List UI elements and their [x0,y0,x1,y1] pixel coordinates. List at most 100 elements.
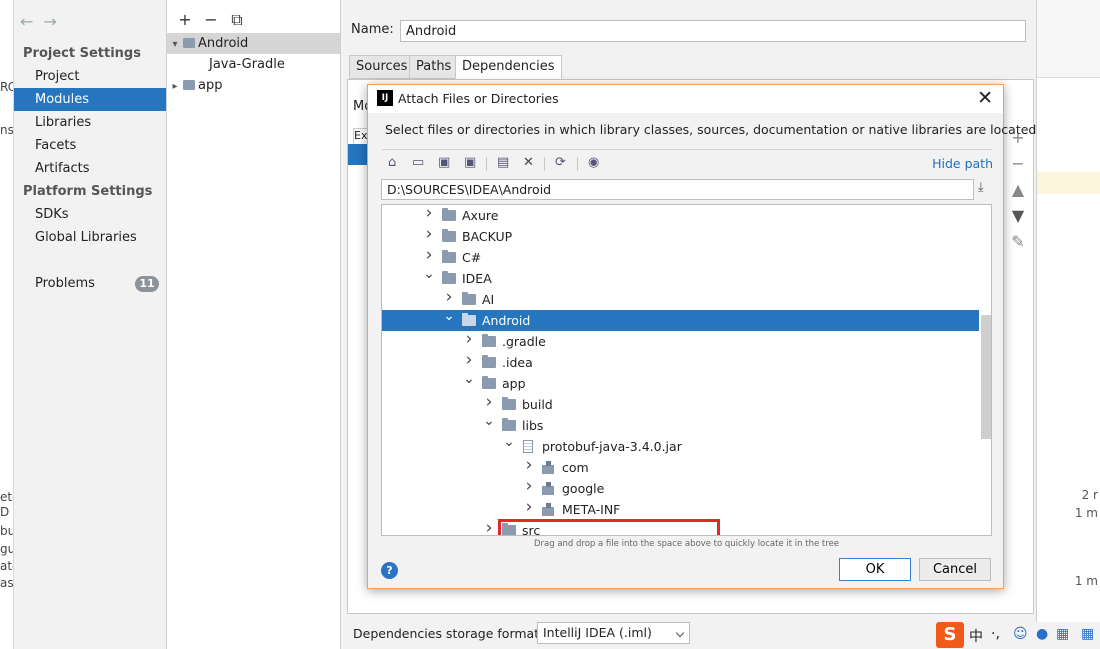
sidebar-item-global-libraries[interactable]: Global Libraries [14,226,166,249]
remove-dependency-icon[interactable]: − [1008,154,1028,180]
chevron-right-icon[interactable]: ▸ [167,76,183,97]
close-icon[interactable]: ✕ [977,87,993,109]
microphone-icon[interactable]: ● [1036,626,1048,642]
show-hidden-icon[interactable]: ◉ [588,155,599,170]
background-text-fragment: 1 m [1074,574,1098,588]
storage-format-select[interactable]: IntelliJ IDEA (.iml) [537,622,690,644]
delete-icon[interactable]: ✕ [523,155,534,170]
ok-button[interactable]: OK [839,558,911,581]
module-tree-item-java-gradle[interactable]: Java-Gradle [167,54,340,75]
sidebar-item-sdks[interactable]: SDKs [14,203,166,226]
chevron-right-icon[interactable]: › [522,476,536,497]
tree-row-google[interactable]: › google [382,476,979,499]
folder-icon [502,418,516,431]
tree-row-libs[interactable]: ⌄ libs [382,413,979,436]
chevron-down-icon[interactable]: ▾ [167,34,183,55]
background-text-fragment: nso [0,123,14,137]
back-arrow-icon[interactable]: ← [20,12,43,31]
background-right-window: 2 r 1 m 1 m [1036,0,1100,649]
tree-row-backup[interactable]: › BACKUP [382,224,979,247]
tree-row-gradle[interactable]: › .gradle [382,329,979,352]
chevron-down-icon[interactable]: ⌄ [502,432,516,453]
tree-scrollbar-thumb[interactable] [981,315,991,439]
emoji-icon[interactable]: ☺ [1013,626,1028,642]
tree-row-com[interactable]: › com [382,455,979,478]
tab-sources[interactable]: Sources [349,55,415,79]
ime-mode-toggle[interactable]: 中 [969,626,983,646]
chevron-down-icon[interactable]: ⌄ [422,264,436,285]
desktop-icon[interactable]: ▭ [412,155,424,170]
module-tree-item-android[interactable]: ▾ Android [167,33,340,54]
tree-row-axure[interactable]: › Axure [382,205,979,226]
tree-row-build[interactable]: › build [382,392,979,415]
chevron-right-icon[interactable]: › [462,329,476,350]
path-input[interactable]: D:\SOURCES\IDEA\Android [381,179,974,200]
refresh-icon[interactable]: ⟳ [555,155,566,170]
folder-icon [482,376,496,389]
sidebar-item-modules[interactable]: Modules [14,88,166,111]
new-folder-icon[interactable]: ▤ [497,155,509,170]
module-folder-icon[interactable]: ▣ [464,155,476,170]
tree-row-label: build [522,397,553,412]
chevron-right-icon[interactable]: › [442,287,456,308]
project-folder-icon[interactable]: ▣ [438,155,450,170]
package-icon [542,461,555,474]
add-module-icon[interactable]: + [172,10,198,29]
home-icon[interactable]: ⌂ [388,155,396,170]
chevron-right-icon[interactable]: › [522,455,536,476]
remove-module-icon[interactable]: − [198,10,224,29]
tree-row-label: google [562,481,605,496]
move-down-icon[interactable]: ▼ [1008,206,1028,232]
tree-row-idea[interactable]: ⌄ IDEA [382,266,979,289]
grid-icon[interactable]: ▦ [1081,626,1094,642]
sidebar-item-artifacts[interactable]: Artifacts [14,157,166,180]
chevron-down-icon[interactable]: ⌄ [442,306,456,327]
jar-file-icon [523,440,533,453]
chevron-down-icon[interactable]: ⌄ [482,411,496,432]
chevron-down-icon[interactable]: ⌄ [462,369,476,390]
tree-row-protobuf-java-3-4-0-jar[interactable]: ⌄ protobuf-java-3.4.0.jar [382,434,979,457]
tree-row-src[interactable]: › src [382,518,979,535]
keyboard-icon[interactable]: ▦ [1056,626,1069,642]
move-up-icon[interactable]: ▲ [1008,180,1028,206]
sidebar-item-facets[interactable]: Facets [14,134,166,157]
ime-logo-icon[interactable]: S [936,622,964,648]
sidebar-item-libraries[interactable]: Libraries [14,111,166,134]
tab-dependencies[interactable]: Dependencies [455,55,562,79]
copy-module-icon[interactable]: ⧉ [224,10,250,30]
chevron-right-icon[interactable]: › [422,245,436,266]
chevron-right-icon[interactable]: › [462,350,476,371]
sidebar-item-project[interactable]: Project [14,65,166,88]
hide-path-link[interactable]: Hide path [932,156,993,171]
tree-row-label: AI [482,292,495,307]
tree-row-label: .idea [502,355,533,370]
edit-icon[interactable]: ✎ [1008,232,1028,258]
cancel-button[interactable]: Cancel [919,558,991,581]
project-settings-header: Project Settings [23,46,141,61]
tree-row-app[interactable]: ⌄ app [382,371,979,394]
problems-label: Problems [35,276,95,291]
module-name-input[interactable] [400,20,1026,42]
chevron-right-icon[interactable]: › [522,497,536,518]
help-button[interactable]: ? [381,562,398,579]
download-icon[interactable]: ⤓ [978,180,984,195]
tree-row-android[interactable]: ⌄ Android [382,308,979,331]
tree-row-ai[interactable]: › AI [382,287,979,310]
tree-row-label: libs [522,418,544,433]
tree-row-label: protobuf-java-3.4.0.jar [542,439,682,454]
background-highlight-row [1037,172,1100,194]
module-tree-item-app[interactable]: ▸ app [167,75,340,96]
forward-arrow-icon[interactable]: → [43,12,66,31]
chevron-right-icon[interactable]: › [482,518,496,535]
background-text-fragment: 1 m [1074,506,1098,520]
file-tree[interactable]: › Axure › BACKUP › C# ⌄ IDEA › AI ⌄ Android › .gradle… [381,204,992,536]
chevron-right-icon[interactable]: › [422,224,436,245]
selected-dependency-row-partial[interactable] [348,144,367,165]
tree-row-c[interactable]: › C# [382,245,979,268]
module-folder-icon [183,80,195,90]
tab-paths[interactable]: Paths [409,55,459,79]
tree-row-meta-inf[interactable]: › META-INF [382,497,979,520]
chevron-right-icon[interactable]: › [422,205,436,224]
chevron-right-icon[interactable]: › [482,392,496,413]
punctuation-icon[interactable]: ·, [991,626,1000,642]
